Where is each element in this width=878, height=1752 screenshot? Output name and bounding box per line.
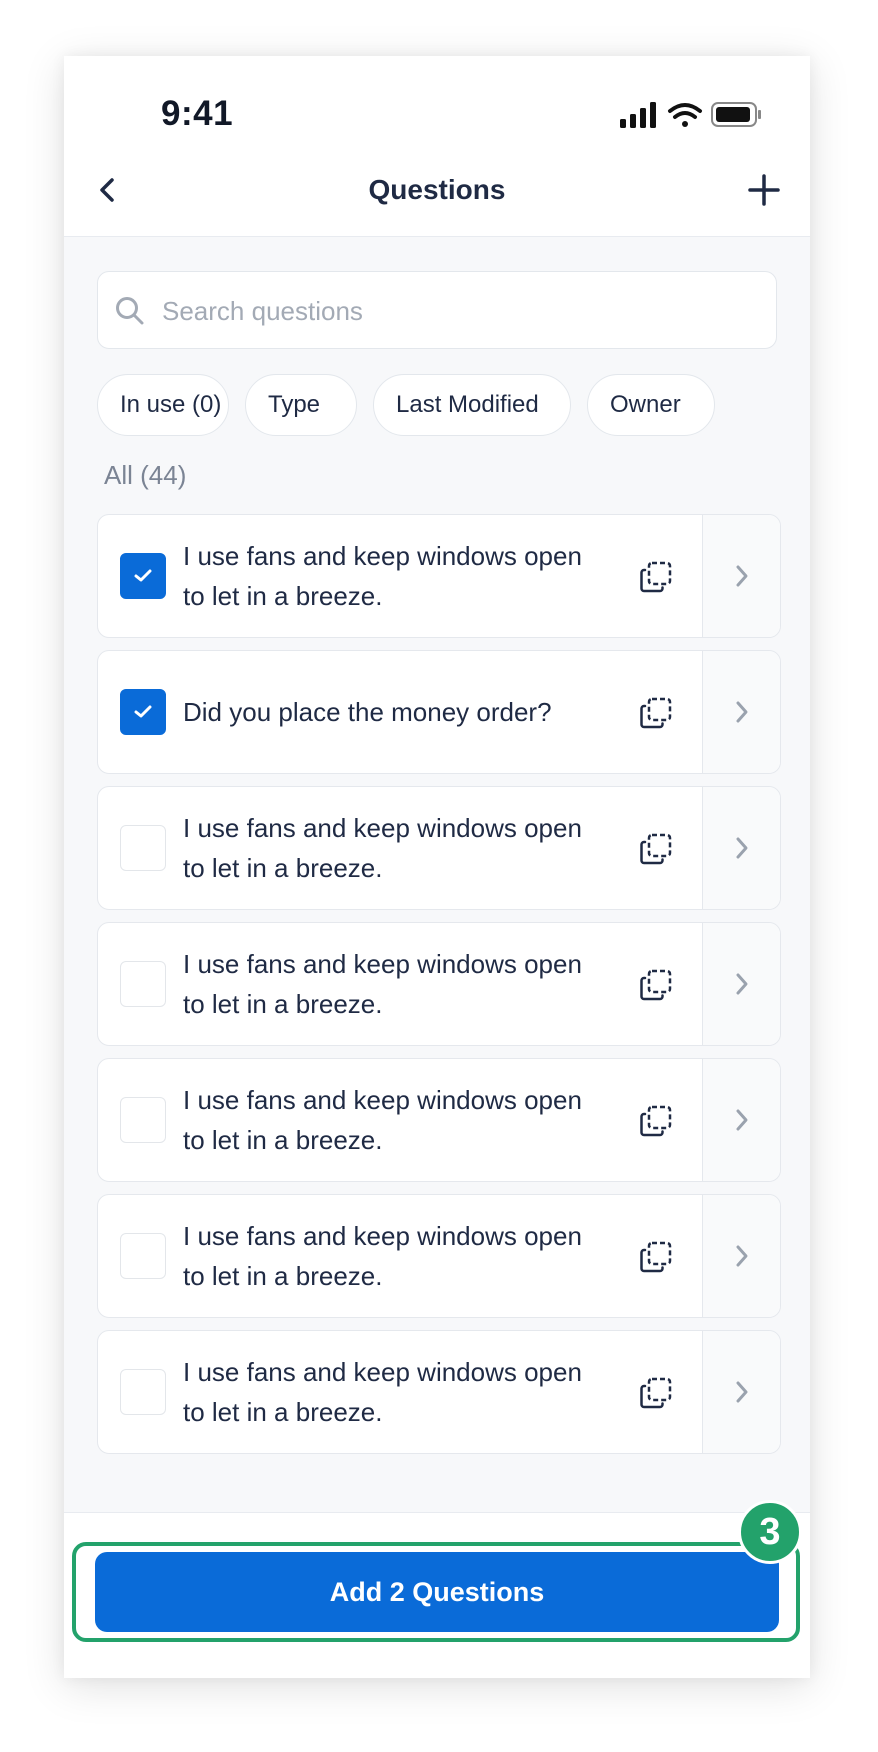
question-card[interactable]: I use fans and keep windows open to let i… — [97, 922, 781, 1046]
question-text: I use fans and keep windows open to let i… — [183, 787, 613, 909]
duplicate-icon[interactable] — [638, 967, 674, 1003]
question-card[interactable]: I use fans and keep windows open to let i… — [97, 786, 781, 910]
question-checkbox[interactable] — [120, 825, 166, 871]
question-text: I use fans and keep windows open to let i… — [183, 1195, 613, 1317]
filter-owner[interactable]: Owner — [587, 374, 715, 436]
search-box — [97, 271, 777, 350]
filter-label: Type — [268, 391, 321, 418]
checkmark-icon — [134, 705, 152, 718]
open-question-button[interactable] — [702, 651, 780, 773]
question-line-2: to let in a breeze. — [183, 853, 383, 883]
question-checkbox[interactable] — [120, 1233, 166, 1279]
page-title: Questions — [368, 174, 506, 205]
wifi-icon — [668, 103, 702, 127]
open-question-button[interactable] — [702, 515, 780, 637]
question-checkbox[interactable] — [120, 961, 166, 1007]
chevron-right-icon — [736, 1109, 748, 1131]
duplicate-icon[interactable] — [638, 1239, 674, 1275]
question-card[interactable]: I use fans and keep windows open to let i… — [97, 1058, 781, 1182]
question-line-2: to let in a breeze. — [183, 1397, 383, 1427]
question-text: I use fans and keep windows open to let i… — [183, 1331, 613, 1453]
battery-icon — [711, 102, 761, 127]
duplicate-icon[interactable] — [638, 1103, 674, 1139]
question-line-1: I use fans and keep windows open — [183, 1221, 582, 1251]
status-icons — [620, 102, 761, 128]
question-text: I use fans and keep windows open to let i… — [183, 515, 613, 637]
question-line-2: to let in a breeze. — [183, 1125, 383, 1155]
question-card[interactable]: Did you place the money order? — [97, 650, 781, 774]
question-text: I use fans and keep windows open to let i… — [183, 923, 613, 1045]
question-line-1: I use fans and keep windows open — [183, 1357, 582, 1387]
question-line-2: to let in a breeze. — [183, 581, 383, 611]
chevron-right-icon — [736, 1245, 748, 1267]
question-text: Did you place the money order? — [183, 651, 613, 773]
section-count-label: All (44) — [104, 460, 187, 490]
top-bar: 9:41 Questions — [64, 56, 810, 237]
question-checkbox[interactable] — [120, 1369, 166, 1415]
plus-icon[interactable] — [744, 170, 784, 210]
question-line-1: I use fans and keep windows open — [183, 813, 582, 843]
status-time: 9:41 — [161, 94, 234, 133]
question-card[interactable]: I use fans and keep windows open to let i… — [97, 514, 781, 638]
question-card[interactable]: I use fans and keep windows open to let i… — [97, 1194, 781, 1318]
step-number-badge: 3 — [738, 1500, 802, 1564]
question-text: I use fans and keep windows open to let i… — [183, 1059, 613, 1181]
chevron-right-icon — [736, 565, 748, 587]
chevron-right-icon — [736, 973, 748, 995]
add-questions-button[interactable]: Add 2 Questions — [95, 1552, 779, 1632]
checkmark-icon — [134, 569, 152, 582]
chevron-right-icon — [736, 1381, 748, 1403]
duplicate-icon[interactable] — [638, 1375, 674, 1411]
question-line-2: to let in a breeze. — [183, 1261, 383, 1291]
chevron-right-icon — [736, 701, 748, 723]
search-icon — [116, 297, 144, 325]
filter-label: Last Modified — [396, 391, 539, 418]
filter-label: In use (0) — [120, 391, 222, 418]
chevron-right-icon — [736, 837, 748, 859]
filter-label: Owner — [610, 391, 681, 418]
question-line-2: to let in a breeze. — [183, 989, 383, 1019]
duplicate-icon[interactable] — [638, 695, 674, 731]
filter-type[interactable]: Type — [245, 374, 357, 436]
cellular-signal-icon — [620, 102, 656, 128]
question-card[interactable]: I use fans and keep windows open to let i… — [97, 1330, 781, 1454]
question-line-1: I use fans and keep windows open — [183, 949, 582, 979]
open-question-button[interactable] — [702, 787, 780, 909]
duplicate-icon[interactable] — [638, 831, 674, 867]
open-question-button[interactable] — [702, 1195, 780, 1317]
question-checkbox[interactable] — [120, 689, 166, 735]
question-line-1: I use fans and keep windows open — [183, 541, 582, 571]
question-checkbox[interactable] — [120, 553, 166, 599]
open-question-button[interactable] — [702, 923, 780, 1045]
phone-screen: 9:41 Questions Search questions In use (… — [64, 56, 810, 1678]
question-line-1: Did you place the money order? — [183, 697, 552, 727]
question-checkbox[interactable] — [120, 1097, 166, 1143]
filter-in-use[interactable]: In use (0) — [97, 374, 229, 436]
search-input[interactable] — [160, 272, 764, 350]
open-question-button[interactable] — [702, 1331, 780, 1453]
question-line-1: I use fans and keep windows open — [183, 1085, 582, 1115]
duplicate-icon[interactable] — [638, 559, 674, 595]
open-question-button[interactable] — [702, 1059, 780, 1181]
filter-last-modified[interactable]: Last Modified — [373, 374, 571, 436]
